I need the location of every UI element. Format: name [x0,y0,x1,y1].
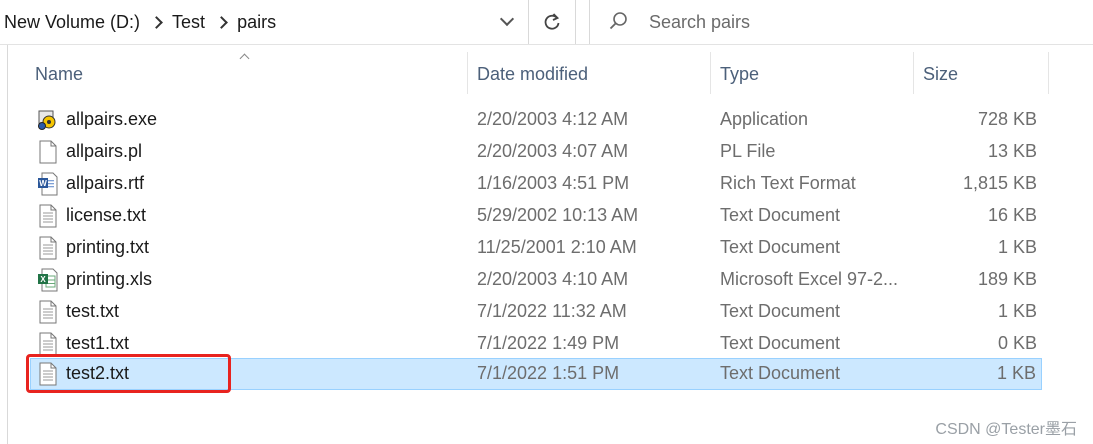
column-header-name-label: Name [35,64,84,84]
breadcrumb-item-pairs[interactable]: pairs [237,12,276,33]
file-size: 1 KB [997,237,1037,257]
watermark: CSDN @Tester墨石 [935,421,1077,438]
breadcrumb-item-drive[interactable]: New Volume (D:) [4,12,140,33]
file-name: printing.txt [66,237,150,257]
file-row[interactable]: allpairs.pl 2/20/2003 4:07 AM PL File 13… [30,136,1042,168]
breadcrumb-item-test[interactable]: Test [172,12,205,33]
column-header-type-label: Type [720,64,760,84]
file-type: Text Document [720,363,841,383]
chevron-down-icon[interactable] [490,6,526,38]
file-type: Rich Text Format [720,173,856,193]
column-header-date[interactable]: Date modified [468,50,710,94]
excel-icon: X [38,268,58,292]
file-name: allpairs.pl [66,141,143,161]
refresh-button[interactable] [531,4,573,40]
column-header-size-label: Size [923,64,959,84]
file-date: 1/16/2003 4:51 PM [477,173,630,193]
pane-border [7,45,8,444]
file-row[interactable]: license.txt 5/29/2002 10:13 AM Text Docu… [30,200,1042,232]
file-date: 7/1/2022 1:51 PM [477,363,620,383]
svg-text:W: W [39,179,47,188]
file-size: 189 KB [977,269,1037,289]
file-size: 1 KB [997,301,1037,321]
column-header-size[interactable]: Size [914,50,1048,94]
text-file-icon [39,300,57,324]
address-toolbar: New Volume (D:) Test pairs Search pairs [0,0,1093,45]
file-date: 2/20/2003 4:12 AM [477,109,629,129]
search-icon [609,12,627,30]
text-file-icon [39,236,57,260]
file-size: 1 KB [996,363,1036,383]
file-date: 5/29/2002 10:13 AM [477,205,639,225]
file-row[interactable]: test.txt 7/1/2022 11:32 AM Text Document… [30,296,1042,328]
file-size: 0 KB [997,333,1037,353]
file-name: test1.txt [66,333,130,353]
file-type: Text Document [720,301,841,321]
search-input[interactable]: Search pairs [590,0,1093,44]
text-file-icon [39,332,57,356]
file-type: PL File [720,141,776,161]
file-row[interactable]: printing.txt 11/25/2001 2:10 AM Text Doc… [30,232,1042,264]
file-name: allpairs.exe [66,109,158,129]
file-row[interactable]: W allpairs.rtf 1/16/2003 4:51 PM Rich Te… [30,168,1042,200]
divider [575,0,576,44]
file-name: license.txt [66,205,147,225]
file-date: 11/25/2001 2:10 AM [477,237,637,257]
file-size: 13 KB [987,141,1037,161]
file-name: printing.xls [66,269,153,289]
chevron-right-icon[interactable] [215,15,229,29]
file-date: 7/1/2022 11:32 AM [477,301,627,321]
file-type: Text Document [720,333,841,353]
column-header-type[interactable]: Type [711,50,913,94]
red-highlight-annotation [26,354,231,393]
file-date: 2/20/2003 4:10 AM [477,269,629,289]
chevron-right-icon[interactable] [150,15,164,29]
refresh-icon [544,13,560,30]
word-doc-icon: W [38,172,58,196]
search-placeholder: Search pairs [649,12,751,32]
file-name: test.txt [66,301,120,321]
file-row[interactable]: allpairs.exe 2/20/2003 4:12 AM Applicati… [30,104,1042,136]
file-size: 728 KB [977,109,1037,129]
exe-icon [38,110,56,130]
file-size: 16 KB [987,205,1037,225]
file-type: Text Document [720,205,841,225]
toolbar-border [0,44,1093,45]
blank-file-icon [39,140,57,164]
column-header-date-label: Date modified [477,64,589,84]
file-type: Text Document [720,237,841,257]
text-file-icon [39,204,57,228]
column-resize-handle[interactable] [1048,52,1049,94]
svg-text:X: X [40,275,46,284]
file-date: 7/1/2022 1:49 PM [477,333,620,353]
file-name: allpairs.rtf [66,173,145,193]
file-size: 1,815 KB [962,173,1037,193]
file-row[interactable]: X printing.xls 2/20/2003 4:10 AM Microso… [30,264,1042,296]
file-type: Microsoft Excel 97-2... [720,269,899,289]
file-type: Application [720,109,809,129]
column-header-name[interactable]: Name [30,50,466,94]
breadcrumb[interactable]: New Volume (D:) Test pairs [0,0,528,44]
file-date: 2/20/2003 4:07 AM [477,141,629,161]
divider [528,0,529,44]
